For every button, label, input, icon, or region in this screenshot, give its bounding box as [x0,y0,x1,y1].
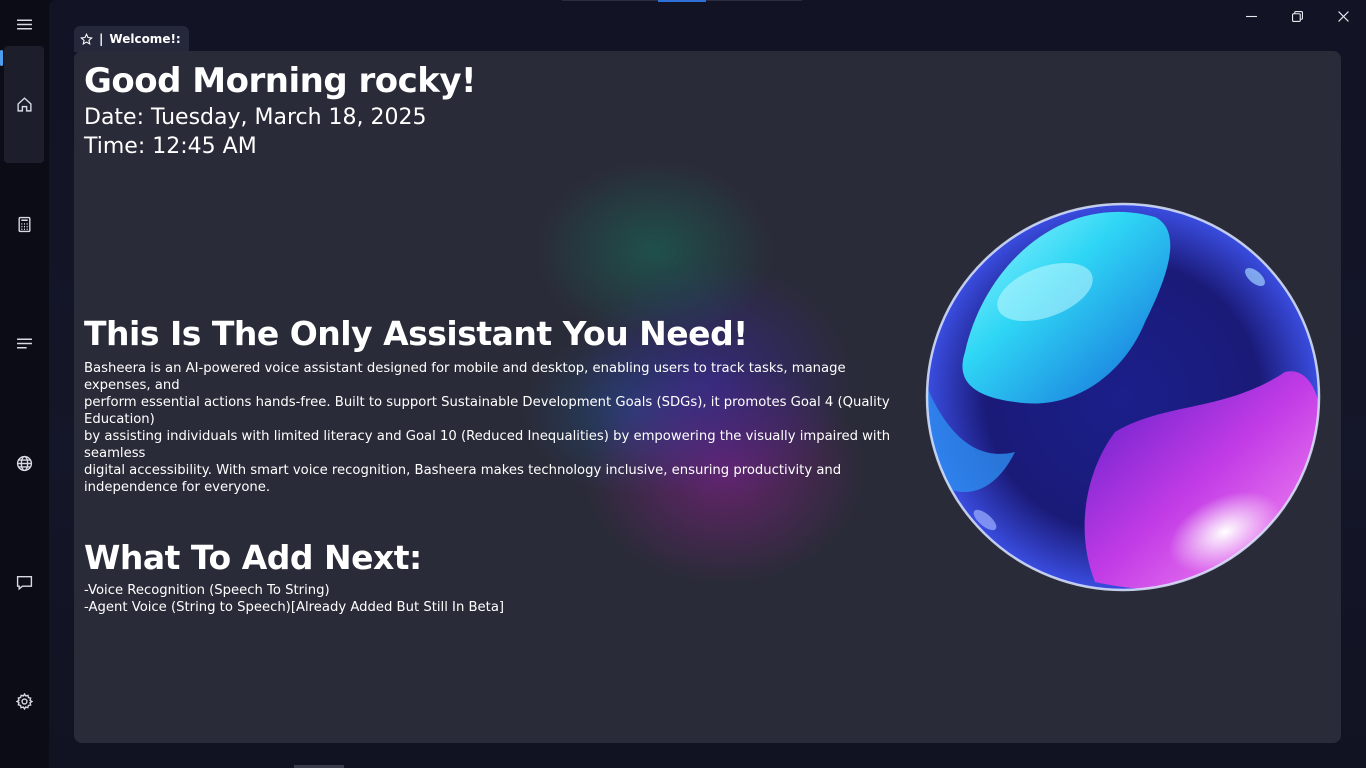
tagline-heading: This Is The Only Assistant You Need! [84,314,748,353]
nav-item-list[interactable] [4,323,44,363]
tab-separator: | [99,32,104,46]
nav-item-settings[interactable] [4,681,44,721]
greeting-title: Good Morning rocky! [84,61,477,101]
nav-item-web[interactable] [4,443,44,483]
list-item: -Voice Recognition (Speech To String) [84,583,330,598]
active-indicator [0,50,3,66]
nav-item-home[interactable] [4,46,44,163]
description-line: perform essential actions hands-free. Bu… [84,395,890,427]
time-text: Time: 12:45 AM [84,134,257,159]
window-controls [1228,0,1366,32]
welcome-card: Good Morning rocky! Date: Tuesday, March… [74,51,1341,743]
close-icon [1337,10,1349,22]
minimize-button[interactable] [1228,0,1274,32]
restore-button[interactable] [1274,0,1320,32]
globe-icon [16,455,32,471]
nav-item-calculator[interactable] [4,204,44,244]
list-item: -Agent Voice (String to Speech)[Already … [84,600,505,615]
description-line: Basheera is an AI-powered voice assistan… [84,361,846,393]
description-line: digital accessibility. With smart voice … [84,463,842,478]
next-list: -Voice Recognition (Speech To String) -A… [84,582,504,616]
description-text: Basheera is an AI-powered voice assistan… [84,360,914,496]
chat-icon [16,575,32,590]
date-text: Date: Tuesday, March 18, 2025 [84,105,427,130]
tab-welcome[interactable]: | Welcome!: [74,26,189,52]
next-heading: What To Add Next: [84,538,422,577]
menu-icon [16,19,32,29]
tab-label: Welcome!: [109,32,181,46]
close-button[interactable] [1320,0,1366,32]
titlebar-accent [658,0,706,2]
assistant-orb-image [925,202,1321,592]
list-icon [16,338,32,348]
nav-item-chat[interactable] [4,562,44,602]
menu-button[interactable] [4,4,44,44]
description-line: by assisting individuals with limited li… [84,429,891,461]
nav-rail [0,0,49,768]
restore-icon [1291,10,1303,22]
star-icon [80,32,93,45]
calculator-icon [17,216,31,232]
settings-icon [15,692,33,710]
description-line: independence for everyone. [84,480,271,495]
minimize-icon [1245,15,1257,17]
home-icon [16,97,32,112]
